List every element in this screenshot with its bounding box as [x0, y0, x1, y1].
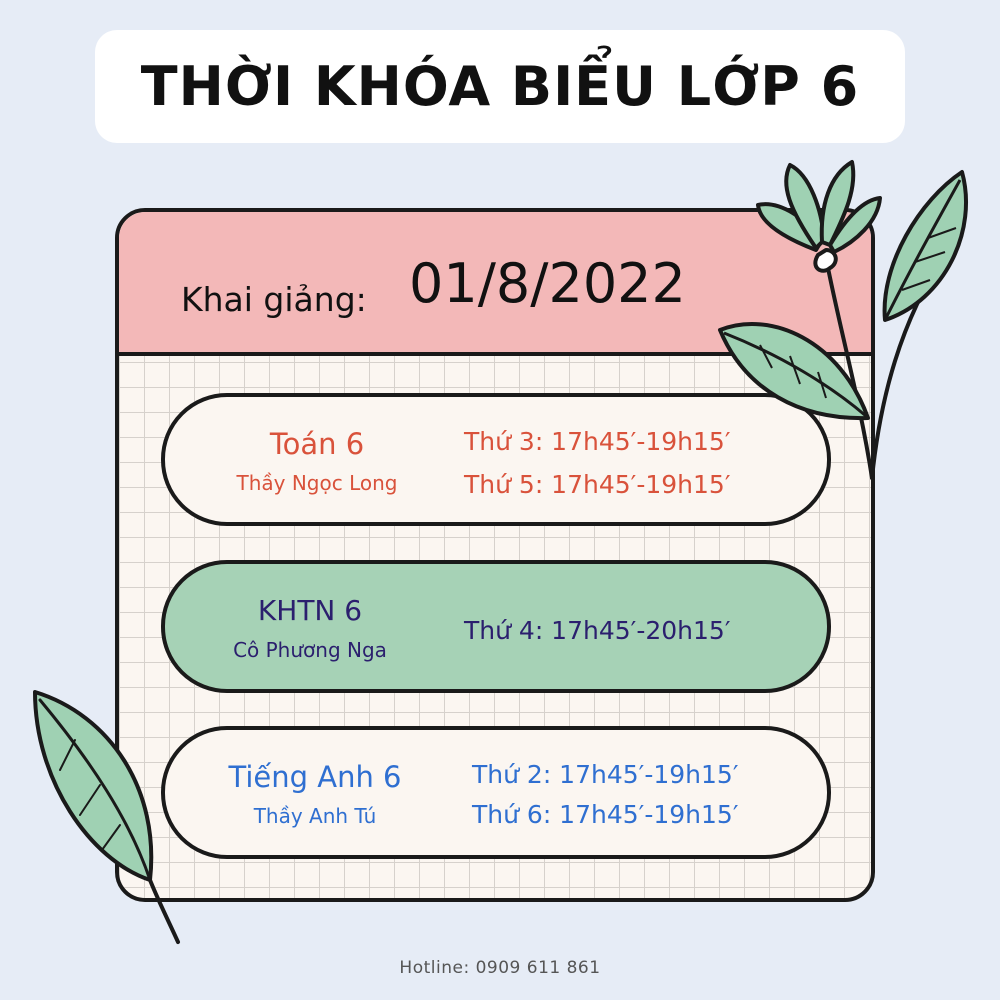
leaf-icon — [718, 321, 870, 421]
leaf-icon — [33, 690, 180, 944]
leaf-icon — [882, 170, 968, 322]
decoration-layer — [33, 160, 968, 944]
hotline-text: Hotline: 0909 611 861 — [399, 958, 601, 978]
flower-icon — [756, 160, 882, 273]
